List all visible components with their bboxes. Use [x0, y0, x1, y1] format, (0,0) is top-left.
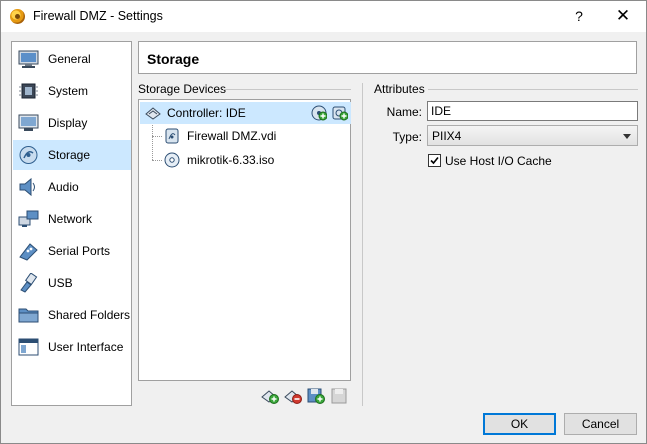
nav-item-usb[interactable]: USB	[13, 268, 131, 298]
chip-icon	[19, 83, 38, 99]
nav-item-shared-folders[interactable]: Shared Folders	[13, 300, 131, 330]
window-icon	[18, 338, 39, 356]
window-title: Firewall DMZ - Settings	[33, 9, 163, 23]
section-separator	[362, 83, 363, 406]
controller-icon	[145, 107, 161, 120]
settings-nav: General System Display Storage Audio Net…	[11, 41, 132, 406]
nav-item-system[interactable]: System	[13, 76, 131, 106]
add-optical-drive-icon[interactable]	[311, 105, 327, 121]
attachment-row[interactable]: mikrotik-6.33.iso	[140, 149, 351, 171]
add-controller-icon[interactable]	[261, 387, 279, 405]
attachment-row[interactable]: Firewall DMZ.vdi	[140, 125, 351, 147]
folder-icon	[18, 308, 39, 323]
cancel-button[interactable]: Cancel	[564, 413, 637, 435]
nav-label-usb: USB	[48, 276, 73, 290]
name-label: Name:	[386, 105, 422, 119]
nav-label-storage: Storage	[48, 148, 91, 162]
speaker-icon	[19, 177, 35, 197]
controller-label: Controller: IDE	[167, 106, 246, 120]
storage-tree[interactable]: Controller: IDE Firewall DMZ.vdi mikroti…	[138, 99, 351, 381]
nav-label-audio: Audio	[48, 180, 79, 194]
page-header: Storage	[138, 41, 637, 74]
network-icon	[18, 210, 39, 227]
title-bar: Firewall DMZ - Settings ? ✕	[1, 1, 646, 32]
storage-devices-label: Storage Devices	[138, 82, 227, 96]
attributes-divider	[428, 89, 638, 90]
monitor-general-icon	[18, 50, 39, 68]
remove-attachment-icon[interactable]	[331, 387, 349, 405]
attachment-label: mikrotik-6.33.iso	[187, 153, 275, 167]
nav-label-network: Network	[48, 212, 93, 226]
attachment-label: Firewall DMZ.vdi	[187, 129, 277, 143]
serial-port-icon	[19, 243, 38, 261]
usb-icon	[20, 273, 38, 293]
name-input[interactable]	[427, 101, 638, 121]
type-select[interactable]: PIIX4	[427, 125, 638, 146]
controller-ide-row[interactable]: Controller: IDE	[140, 102, 351, 124]
type-label: Type:	[392, 130, 422, 144]
remove-controller-icon[interactable]	[284, 387, 302, 405]
nav-label-user-interface: User Interface	[48, 340, 124, 354]
optical-disc-icon	[164, 152, 180, 168]
nav-item-storage[interactable]: Storage	[13, 140, 131, 170]
display-icon	[18, 114, 39, 131]
nav-label-serial-ports: Serial Ports	[48, 244, 111, 258]
nav-item-network[interactable]: Network	[13, 204, 131, 234]
add-attachment-icon[interactable]	[307, 387, 325, 405]
nav-item-user-interface[interactable]: User Interface	[13, 332, 131, 362]
nav-item-general[interactable]: General	[13, 44, 131, 74]
nav-item-display[interactable]: Display	[13, 108, 131, 138]
host-io-cache-label: Use Host I/O Cache	[445, 154, 552, 168]
help-button[interactable]: ?	[567, 5, 591, 27]
add-hard-disk-icon[interactable]	[332, 105, 348, 121]
attributes-label: Attributes	[374, 82, 425, 96]
close-button[interactable]: ✕	[609, 5, 637, 27]
checkmark-icon	[430, 156, 439, 165]
nav-item-serial-ports[interactable]: Serial Ports	[13, 236, 131, 266]
virtualbox-app-icon	[10, 9, 25, 24]
nav-label-general: General	[48, 52, 91, 66]
storage-devices-divider	[223, 89, 351, 90]
type-select-value: PIIX4	[432, 129, 462, 143]
hard-disk-icon	[165, 128, 179, 144]
nav-label-system: System	[48, 84, 89, 98]
page-title: Storage	[147, 51, 200, 67]
host-io-cache-checkbox[interactable]	[428, 154, 441, 167]
disk-icon	[19, 146, 38, 164]
nav-label-shared-folders: Shared Folders	[48, 308, 131, 322]
settings-window: Firewall DMZ - Settings ? ✕ General Syst…	[0, 0, 647, 444]
nav-label-display: Display	[48, 116, 88, 130]
ok-button[interactable]: OK	[483, 413, 556, 435]
chevron-down-icon	[623, 134, 631, 139]
nav-item-audio[interactable]: Audio	[13, 172, 131, 202]
